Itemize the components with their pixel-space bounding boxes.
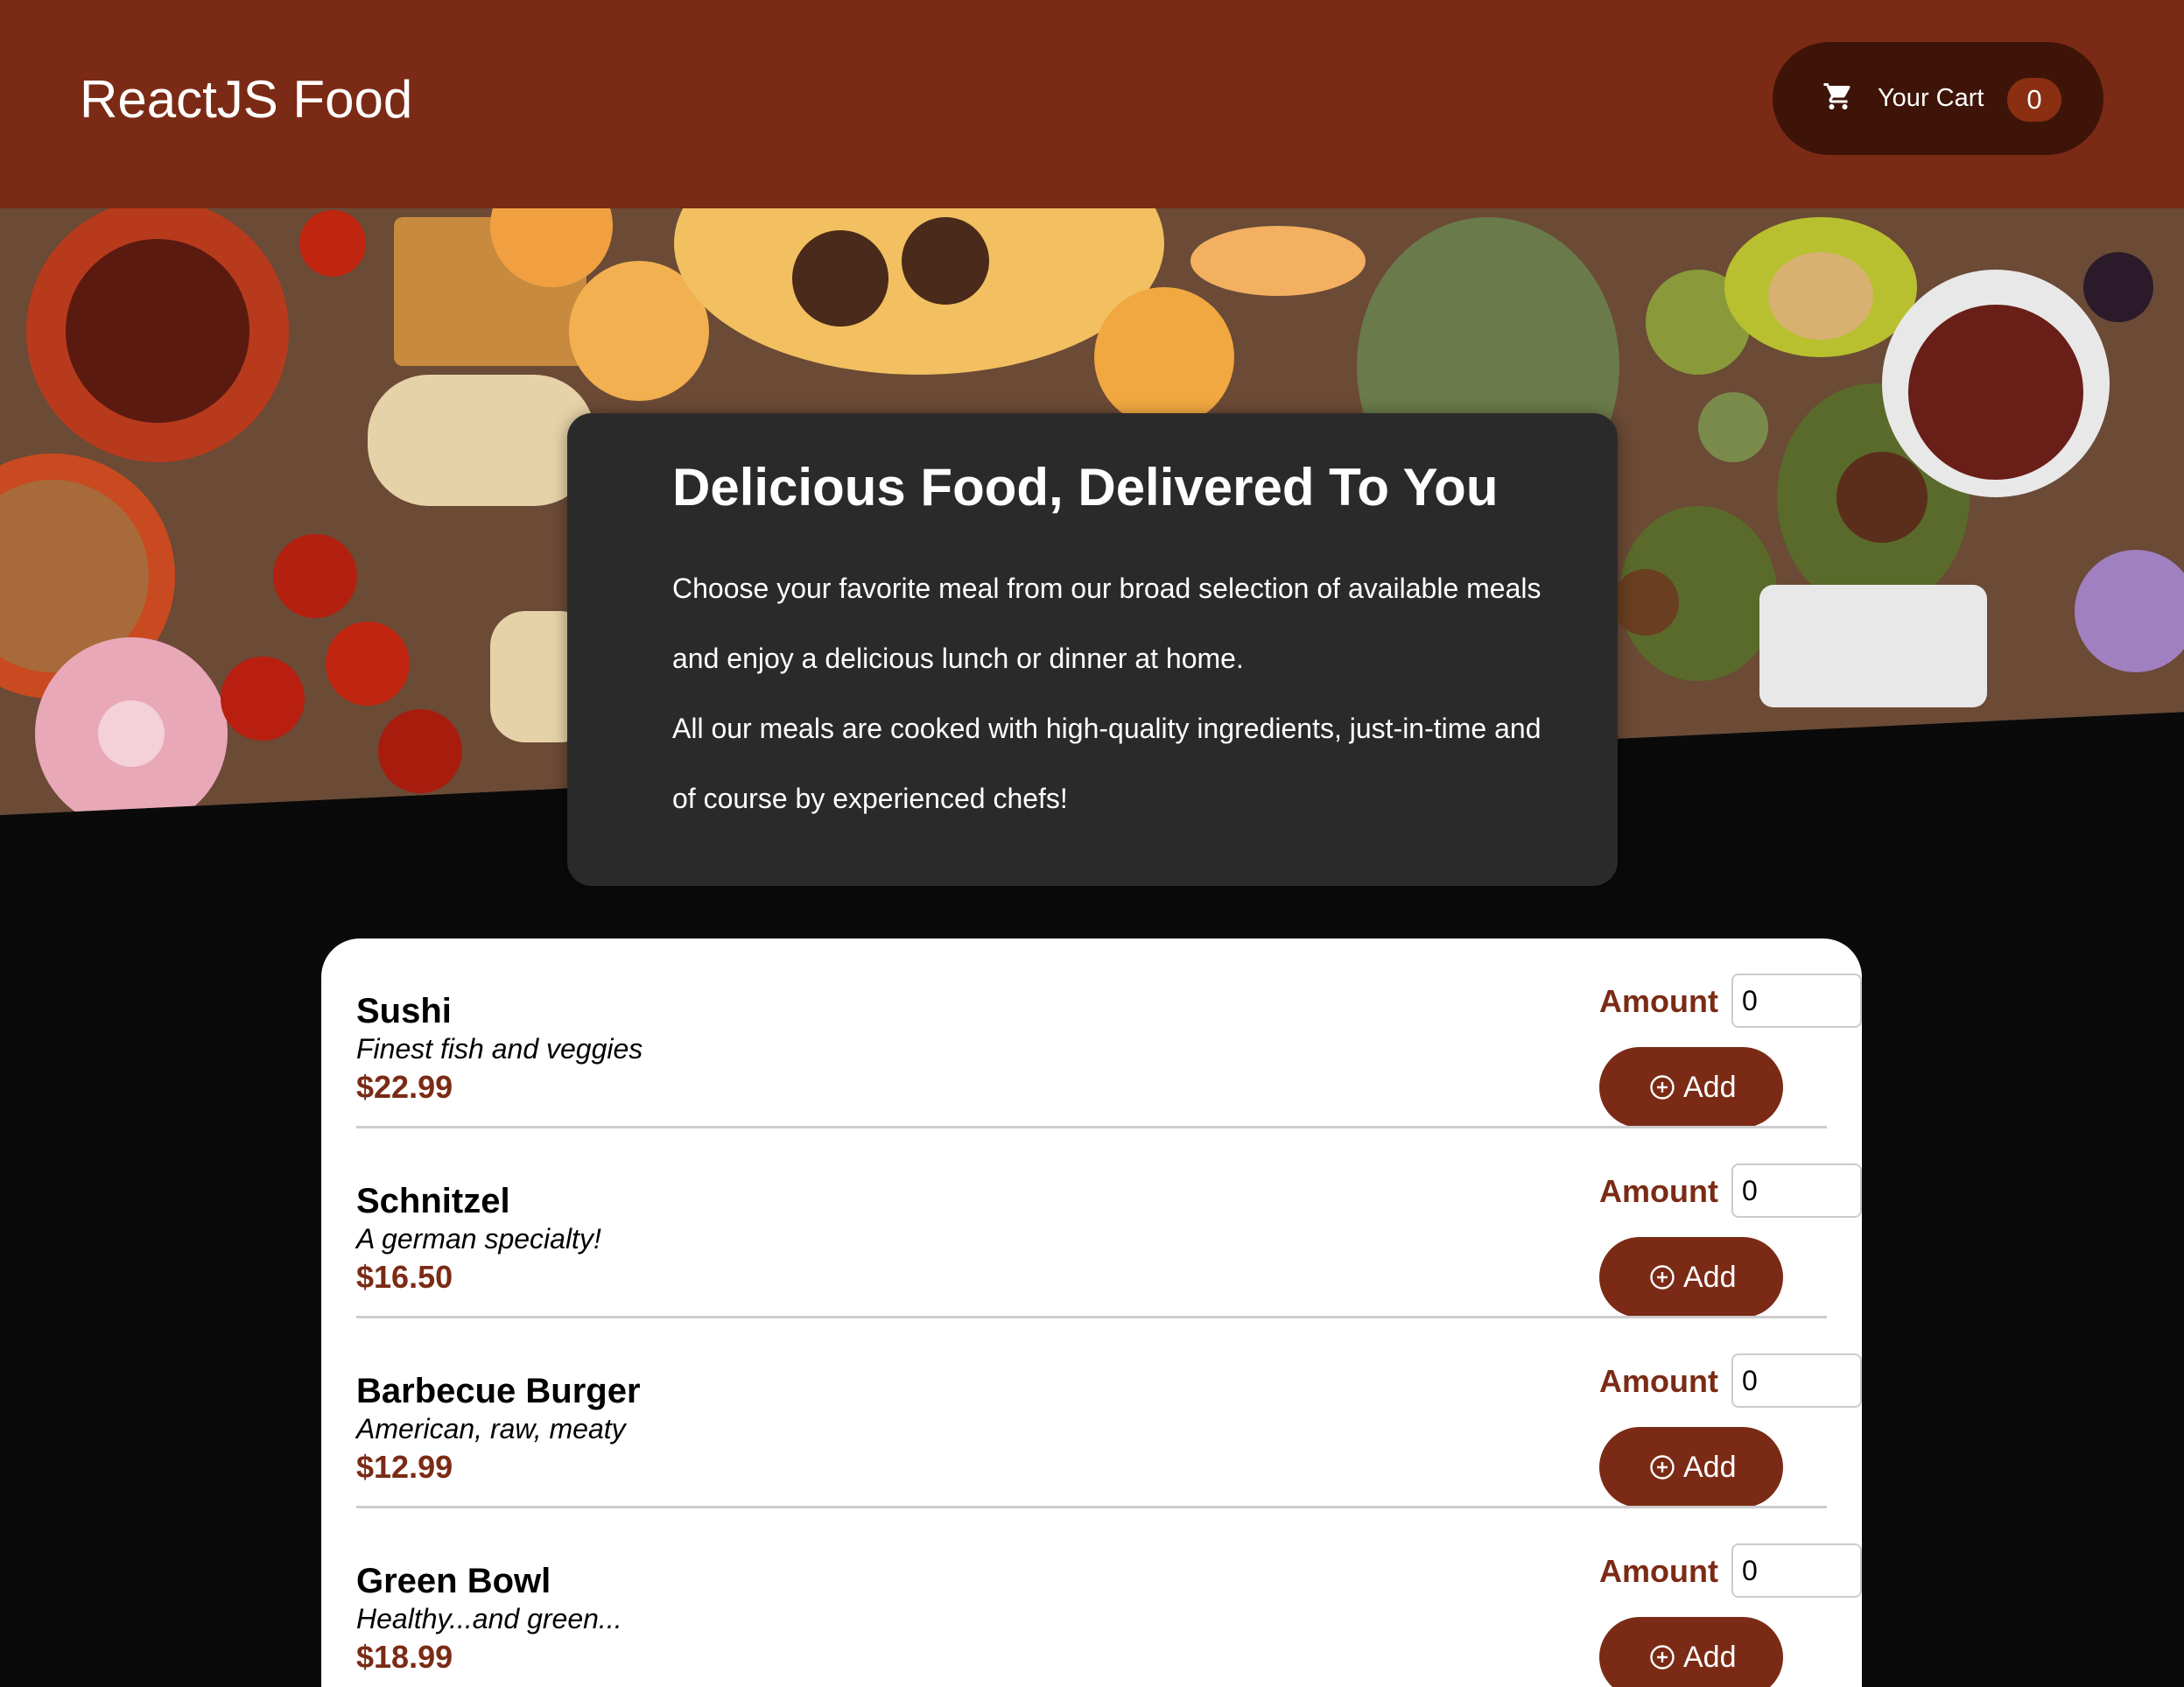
meal-price: $18.99 — [356, 1639, 453, 1675]
summary-paragraph-1: Choose your favorite meal from our broad… — [672, 573, 1541, 674]
meal-name: Schnitzel — [356, 1182, 510, 1220]
summary-card: Delicious Food, Delivered To You Choose … — [567, 413, 1618, 886]
plus-circle-icon — [1648, 1263, 1676, 1291]
amount-label: Amount — [1599, 983, 1718, 1019]
add-label: Add — [1683, 1451, 1737, 1484]
meal-item: Green Bowl Healthy...and green... $18.99… — [356, 1508, 1862, 1687]
amount-label: Amount — [1599, 1363, 1718, 1399]
meal-item: Schnitzel A german specialty! $16.50 Amo… — [356, 1128, 1862, 1318]
meal-name: Barbecue Burger — [356, 1372, 641, 1410]
amount-input[interactable] — [1731, 1543, 1862, 1598]
plus-circle-icon — [1648, 1453, 1676, 1481]
app-header: ReactJS Food Your Cart 0 — [0, 0, 2184, 208]
add-to-cart-button[interactable]: Add — [1599, 1427, 1783, 1508]
meal-item: Barbecue Burger American, raw, meaty $12… — [356, 1318, 1862, 1508]
meal-item: Sushi Finest fish and veggies $22.99 Amo… — [356, 938, 1862, 1128]
amount-input[interactable] — [1731, 974, 1862, 1028]
meal-description: Finest fish and veggies — [356, 1033, 643, 1065]
add-label: Add — [1683, 1641, 1737, 1674]
summary-paragraph-2: All our meals are cooked with high-quali… — [672, 713, 1541, 814]
add-to-cart-button[interactable]: Add — [1599, 1047, 1783, 1128]
cart-count-badge: 0 — [2007, 78, 2061, 122]
add-to-cart-button[interactable]: Add — [1599, 1617, 1783, 1687]
cart-icon — [1822, 81, 1854, 112]
amount-label: Amount — [1599, 1553, 1718, 1589]
meal-price: $12.99 — [356, 1449, 453, 1485]
meal-name: Green Bowl — [356, 1562, 551, 1600]
meal-description: A german specialty! — [356, 1223, 601, 1255]
app-root: ReactJS Food Your Cart 0 Delicious Food,… — [0, 0, 2184, 1687]
plus-circle-icon — [1648, 1073, 1676, 1101]
add-label: Add — [1683, 1071, 1737, 1104]
app-title: ReactJS Food — [80, 70, 413, 129]
cart-label: Your Cart — [1878, 84, 1984, 112]
summary-title: Delicious Food, Delivered To You — [672, 458, 1499, 517]
plus-circle-icon — [1648, 1643, 1676, 1671]
amount-input[interactable] — [1731, 1163, 1862, 1218]
amount-input[interactable] — [1731, 1353, 1862, 1408]
meal-price: $16.50 — [356, 1259, 453, 1295]
meals-list-card: Sushi Finest fish and veggies $22.99 Amo… — [321, 938, 1862, 1687]
meal-price: $22.99 — [356, 1069, 453, 1105]
cart-button[interactable]: Your Cart 0 — [1773, 42, 2103, 155]
meal-name: Sushi — [356, 992, 452, 1030]
amount-label: Amount — [1599, 1173, 1718, 1209]
meal-description: American, raw, meaty — [356, 1413, 626, 1444]
add-label: Add — [1683, 1261, 1737, 1294]
add-to-cart-button[interactable]: Add — [1599, 1237, 1783, 1318]
meal-description: Healthy...and green... — [356, 1603, 622, 1634]
